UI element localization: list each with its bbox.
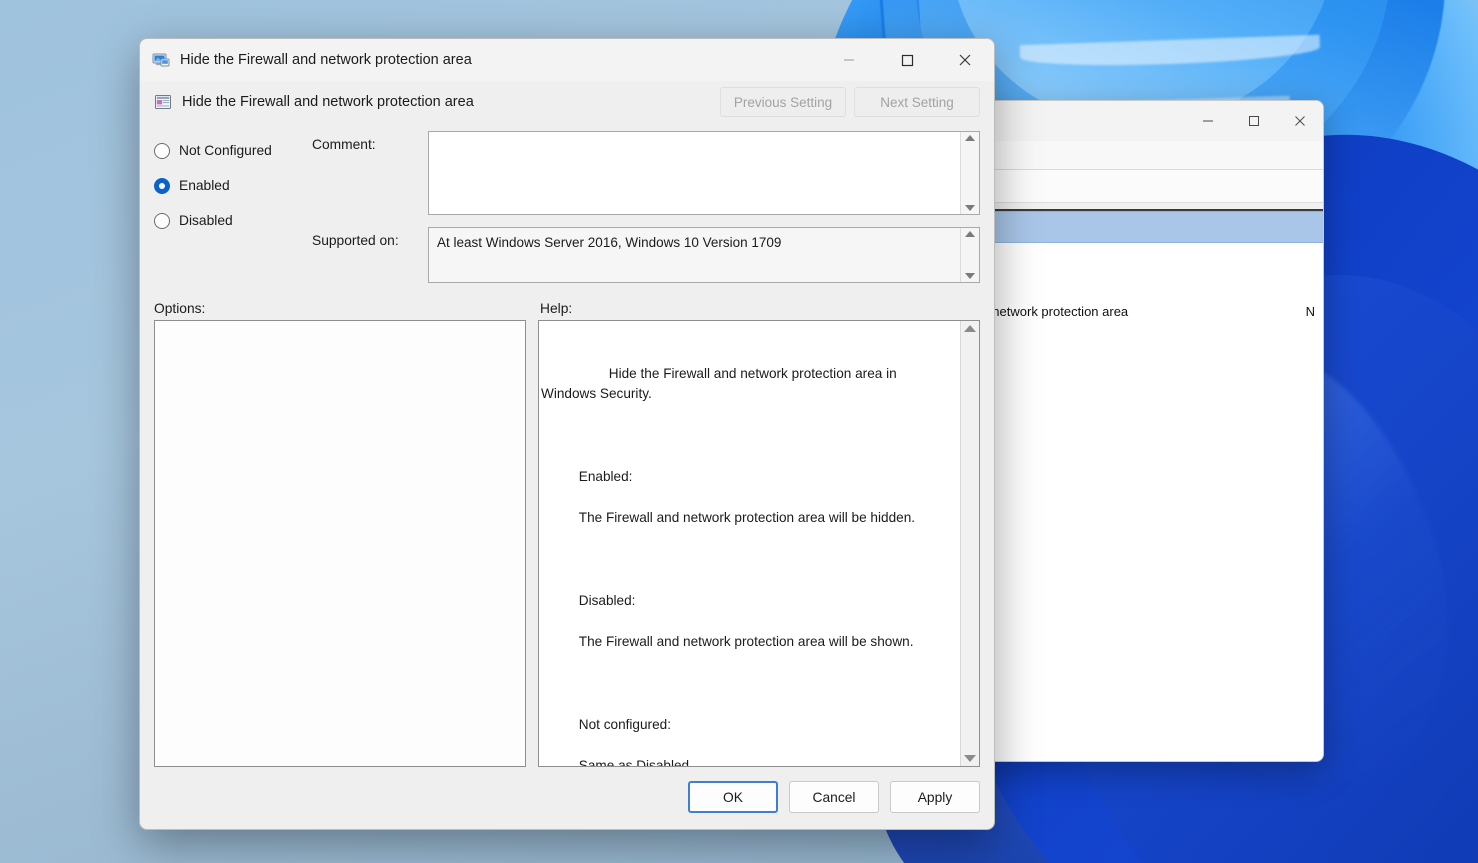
background-close-button[interactable]: [1277, 101, 1323, 141]
supported-on-scrollbar[interactable]: [960, 228, 979, 282]
minimize-button[interactable]: [820, 39, 878, 81]
comment-label: Comment:: [312, 131, 428, 152]
supported-on-field-row: Supported on: At least Windows Server 20…: [312, 227, 980, 283]
next-setting-button[interactable]: Next Setting: [854, 87, 980, 117]
scroll-down-icon[interactable]: [965, 273, 975, 279]
setting-name: Hide the Firewall and network protection…: [182, 94, 712, 110]
scroll-up-icon[interactable]: [965, 135, 975, 141]
options-pane[interactable]: [154, 320, 526, 767]
help-enabled-body: The Firewall and network protection area…: [579, 510, 915, 525]
maximize-button[interactable]: [878, 39, 936, 81]
close-button[interactable]: [936, 39, 994, 81]
policy-document-icon: [154, 93, 172, 111]
radio-not-configured[interactable]: Not Configured: [154, 133, 312, 168]
dialog-fields: Comment: Supported on: At least Windows …: [312, 127, 980, 295]
dialog-title: Hide the Firewall and network protection…: [180, 52, 820, 68]
dialog-header: Hide the Firewall and network protection…: [140, 81, 994, 127]
radio-enabled-mark[interactable]: [154, 178, 170, 194]
radio-disabled-label: Disabled: [179, 213, 233, 228]
desktop: and network protection area N: [0, 0, 1478, 863]
background-window-selected-row[interactable]: [961, 211, 1323, 243]
dialog-state-section: Not Configured Enabled Disabled Comment:: [140, 127, 994, 295]
help-notconfigured-body: Same as Disabled.: [579, 758, 693, 766]
background-window-toolbar[interactable]: [961, 170, 1323, 203]
background-group-policy-window[interactable]: and network protection area N: [960, 100, 1324, 762]
background-window-titlebar: [961, 101, 1323, 141]
scroll-down-icon[interactable]: [964, 755, 976, 762]
apply-button[interactable]: Apply: [890, 781, 980, 813]
background-window-menubar[interactable]: [961, 141, 1323, 170]
policy-state-radio-group: Not Configured Enabled Disabled: [154, 127, 312, 295]
supported-on-input[interactable]: At least Windows Server 2016, Windows 10…: [428, 227, 980, 283]
background-minimize-button[interactable]: [1185, 101, 1231, 141]
help-label: Help:: [540, 301, 572, 316]
help-notconfigured-heading: Not configured:: [579, 717, 671, 732]
help-intro: Hide the Firewall and network protection…: [541, 366, 900, 402]
background-window-list[interactable]: and network protection area N: [961, 243, 1323, 762]
policy-setting-icon: [152, 51, 170, 69]
panel-labels: Options: Help:: [140, 295, 994, 320]
scroll-down-icon[interactable]: [965, 205, 975, 211]
dialog-panes: Hide the Firewall and network protection…: [140, 320, 994, 767]
supported-on-value: At least Windows Server 2016, Windows 10…: [429, 228, 979, 282]
previous-setting-button[interactable]: Previous Setting: [720, 87, 846, 117]
background-window-column-header[interactable]: [961, 203, 1323, 211]
help-disabled-heading: Disabled:: [579, 593, 636, 608]
ok-button[interactable]: OK: [688, 781, 778, 813]
policy-setting-dialog[interactable]: Hide the Firewall and network protection…: [139, 38, 995, 830]
supported-on-label: Supported on:: [312, 227, 428, 248]
radio-not-configured-label: Not Configured: [179, 143, 272, 158]
dialog-titlebar: Hide the Firewall and network protection…: [140, 39, 994, 81]
pane-splitter[interactable]: [526, 320, 538, 767]
help-disabled-body: The Firewall and network protection area…: [579, 634, 914, 649]
comment-scrollbar[interactable]: [960, 132, 979, 214]
dialog-footer: OK Cancel Apply: [140, 767, 994, 829]
list-item-state: N: [1306, 304, 1315, 319]
radio-disabled-mark[interactable]: [154, 213, 170, 229]
radio-not-configured-mark[interactable]: [154, 143, 170, 159]
cancel-button[interactable]: Cancel: [789, 781, 879, 813]
help-pane[interactable]: Hide the Firewall and network protection…: [538, 320, 980, 767]
help-scrollbar[interactable]: [960, 321, 979, 766]
comment-input[interactable]: [428, 131, 980, 215]
scroll-up-icon[interactable]: [964, 325, 976, 332]
list-item[interactable]: and network protection area N: [961, 298, 1323, 325]
wallpaper-arc-gap-1: [1020, 35, 1321, 69]
help-text: Hide the Firewall and network protection…: [539, 321, 960, 766]
help-enabled-heading: Enabled:: [579, 469, 633, 484]
comment-value: [429, 132, 979, 214]
options-label: Options:: [154, 301, 540, 316]
comment-field-row: Comment:: [312, 131, 980, 215]
radio-enabled-label: Enabled: [179, 178, 230, 193]
radio-disabled[interactable]: Disabled: [154, 203, 312, 238]
scroll-up-icon[interactable]: [965, 231, 975, 237]
radio-enabled[interactable]: Enabled: [154, 168, 312, 203]
background-maximize-button[interactable]: [1231, 101, 1277, 141]
